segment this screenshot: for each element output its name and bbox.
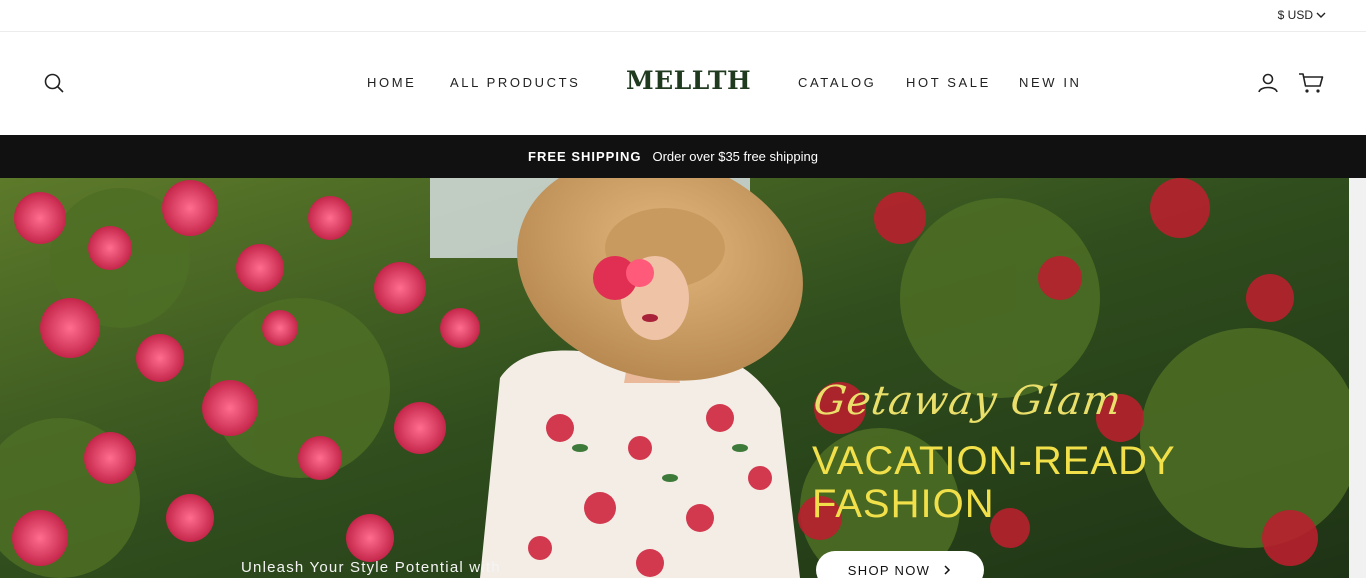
shop-now-button[interactable]: SHOP NOW bbox=[816, 551, 984, 578]
site-header: HOME ALL PRODUCTS MELLTH CATALOG HOT SAL… bbox=[0, 32, 1366, 135]
hero-tagline: Unleash Your Style Potential with bbox=[241, 559, 501, 576]
nav-home[interactable]: HOME bbox=[367, 75, 416, 90]
nav-hot-sale[interactable]: HOT SALE bbox=[906, 75, 991, 90]
hero-script-heading: Getaway Glam bbox=[810, 378, 1125, 424]
account-button[interactable] bbox=[1256, 71, 1280, 95]
announcement-text: Order over $35 free shipping bbox=[652, 149, 818, 164]
chevron-down-icon bbox=[1316, 12, 1326, 18]
nav-new-in[interactable]: NEW IN bbox=[1019, 75, 1082, 90]
shop-now-label: SHOP NOW bbox=[847, 562, 931, 578]
nav-catalog[interactable]: CATALOG bbox=[798, 75, 876, 90]
search-button[interactable] bbox=[42, 71, 66, 95]
chevron-right-icon bbox=[944, 565, 951, 575]
announcement-bar: FREE SHIPPING Order over $35 free shippi… bbox=[0, 135, 1366, 178]
nav-all-products[interactable]: ALL PRODUCTS bbox=[450, 75, 580, 90]
hero-headline-line-1: VACATION-READY bbox=[812, 439, 1176, 483]
site-logo[interactable]: MELLTH bbox=[626, 66, 751, 95]
hero-headline: VACATION-READY FASHION bbox=[812, 440, 1176, 526]
search-icon bbox=[44, 73, 64, 93]
announcement-title: FREE SHIPPING bbox=[528, 149, 642, 164]
page-scrollbar[interactable] bbox=[1349, 178, 1366, 578]
cart-button[interactable] bbox=[1297, 70, 1325, 96]
currency-label: $ USD bbox=[1277, 8, 1313, 22]
user-icon bbox=[1258, 73, 1278, 93]
cart-icon bbox=[1299, 73, 1324, 93]
hero-headline-line-2: FASHION bbox=[812, 482, 995, 526]
currency-selector[interactable]: $ USD bbox=[1278, 8, 1326, 22]
top-utility-bar: $ USD bbox=[0, 0, 1366, 32]
